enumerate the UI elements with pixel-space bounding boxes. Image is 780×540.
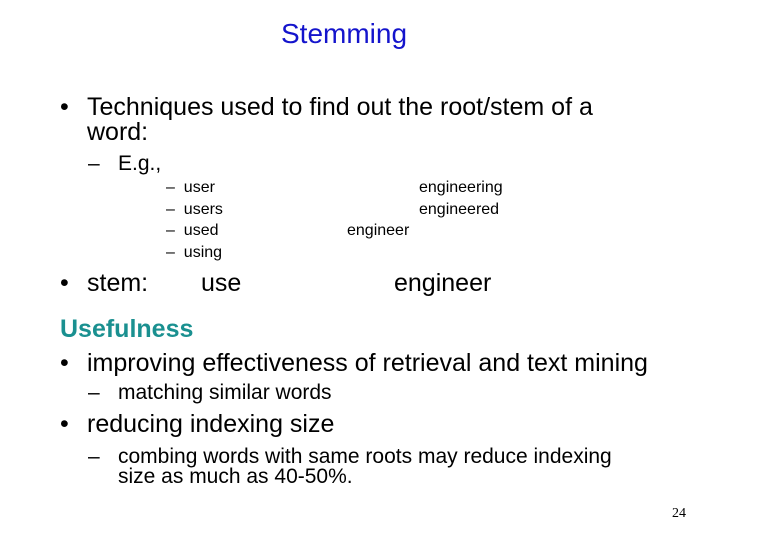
- example-text: user: [183, 179, 215, 196]
- dash-icon: –: [88, 152, 100, 175]
- techniques-text-line1: Techniques used to find out the root/ste…: [87, 93, 593, 121]
- example-using: – using: [166, 242, 222, 263]
- stem-bullet: • stem:: [60, 270, 148, 296]
- point2-sub-text-line2: size as much as 40-50%.: [118, 465, 353, 488]
- eg-label: E.g.,: [118, 152, 162, 175]
- point1-sub-text: matching similar words: [118, 381, 332, 404]
- dash-icon: –: [88, 381, 100, 404]
- usefulness-point2: • reducing indexing size: [60, 411, 334, 437]
- eg-item: – E.g.,: [88, 152, 161, 176]
- example-text: users: [183, 201, 223, 218]
- techniques-bullet: • Techniques used to find out the root/st…: [60, 94, 593, 120]
- stem-label: stem:: [87, 269, 149, 297]
- example-used: – used: [166, 220, 219, 241]
- bullet-icon: •: [60, 410, 69, 438]
- bullet-icon: •: [60, 93, 69, 121]
- example-engineered: engineered: [419, 201, 500, 218]
- usefulness-point1: • improving effectiveness of retrieval an…: [60, 350, 648, 376]
- techniques-text-line2: word:: [87, 118, 149, 146]
- dash-icon: –: [166, 244, 175, 261]
- dash-icon: –: [166, 201, 175, 218]
- bullet-icon: •: [60, 349, 69, 377]
- example-user: – user: [166, 177, 215, 198]
- page-number: 24: [672, 506, 686, 521]
- slide-title: Stemming: [281, 18, 408, 49]
- example-text: using: [183, 244, 223, 261]
- example-engineering: engineering: [419, 179, 503, 196]
- example-users: – users: [166, 199, 223, 220]
- bullet-icon: •: [60, 269, 69, 297]
- point2-text: reducing indexing size: [87, 410, 335, 438]
- example-engineer: engineer: [347, 222, 410, 239]
- example-text: used: [183, 222, 219, 239]
- usefulness-heading: Usefulness: [60, 315, 194, 343]
- usefulness-point1-sub: – matching similar words: [88, 382, 332, 404]
- stem-left: use: [201, 269, 242, 297]
- point1-text: improving effectiveness of retrieval and…: [87, 349, 648, 377]
- dash-icon: –: [88, 445, 100, 468]
- dash-icon: –: [166, 222, 175, 239]
- dash-icon: –: [166, 179, 175, 196]
- stem-right: engineer: [394, 269, 492, 297]
